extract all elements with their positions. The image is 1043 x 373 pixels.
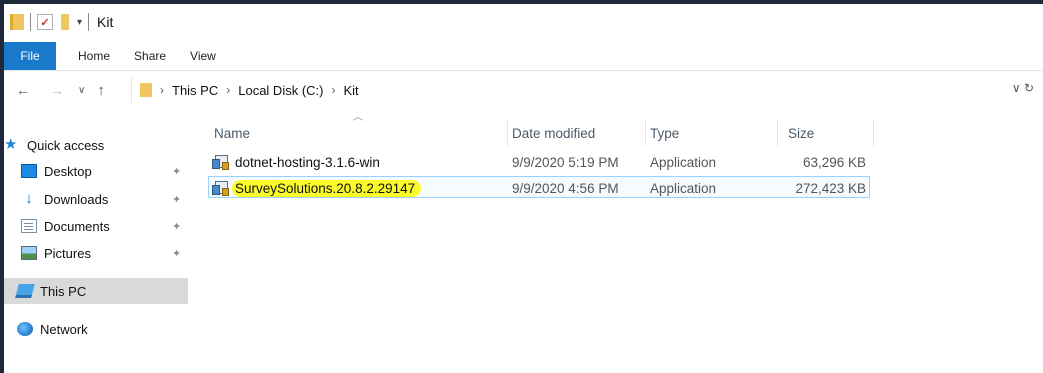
address-dropdown-refresh-icon[interactable]: ∨ ↻ (1012, 81, 1034, 95)
folder-icon (10, 14, 24, 30)
column-header-name[interactable]: Name (214, 120, 508, 146)
chevron-right-icon[interactable]: › (160, 83, 164, 97)
column-header-size[interactable]: Size (788, 120, 874, 146)
title-bar: ✓ ▾ Kit (4, 4, 1043, 40)
back-arrow-icon[interactable]: ← (16, 82, 30, 98)
navigation-pane: ★ Quick access Desktop ✦ ↓ Downloads ✦ D… (4, 118, 188, 373)
file-list: ︿ Name Date modified Type Size dotnet-ho… (188, 104, 1043, 373)
breadcrumb-local-disk[interactable]: Local Disk (C:) (238, 83, 323, 98)
pin-icon[interactable]: ✦ (172, 247, 181, 260)
star-icon: ★ (4, 136, 18, 153)
tab-view[interactable]: View (178, 42, 228, 70)
sidebar-item-label: Network (40, 321, 88, 337)
sidebar-item-this-pc[interactable]: This PC (4, 278, 188, 304)
file-name-cell[interactable]: dotnet-hosting-3.1.6-win (212, 151, 380, 173)
sidebar-item-documents[interactable]: Documents ✦ (4, 213, 188, 239)
recent-locations-chevron-icon[interactable]: ∨ (78, 85, 85, 96)
table-row[interactable]: dotnet-hosting-3.1.6-win 9/9/2020 5:19 P… (208, 151, 870, 173)
sidebar-item-desktop[interactable]: Desktop ✦ (4, 158, 188, 184)
sidebar-item-label: Desktop (44, 163, 92, 179)
column-header-date-modified[interactable]: Date modified (512, 120, 646, 146)
separator (30, 13, 31, 31)
tab-home[interactable]: Home (66, 42, 122, 70)
sidebar-item-quick-access[interactable]: ★ Quick access (4, 132, 188, 158)
file-name-highlighted: SurveySolutions.20.8.2.29147 (232, 179, 422, 197)
file-type: Application (650, 180, 717, 196)
file-name-cell[interactable]: SurveySolutions.20.8.2.29147 (212, 177, 422, 199)
chevron-right-icon[interactable]: › (226, 83, 230, 97)
network-icon (17, 322, 33, 336)
pictures-icon (21, 246, 37, 260)
sidebar-item-downloads[interactable]: ↓ Downloads ✦ (4, 186, 188, 212)
window-title: Kit (97, 14, 114, 30)
documents-icon (21, 219, 37, 233)
sidebar-item-network[interactable]: Network (4, 316, 188, 342)
sidebar-item-label: Pictures (44, 245, 91, 261)
sidebar-item-label: Downloads (44, 191, 109, 207)
file-date: 9/9/2020 4:56 PM (512, 180, 619, 196)
customize-toolbar-dropdown-icon[interactable]: ▾ (77, 17, 82, 28)
tab-share[interactable]: Share (122, 42, 178, 70)
forward-arrow-icon[interactable]: → (50, 82, 64, 98)
separator (88, 13, 90, 31)
sidebar-item-pictures[interactable]: Pictures ✦ (4, 240, 188, 266)
properties-checkbox-icon[interactable]: ✓ (37, 14, 53, 30)
breadcrumb-this-pc[interactable]: This PC (172, 83, 218, 98)
file-size: 272,423 KB (795, 180, 866, 196)
file-name: dotnet-hosting-3.1.6-win (235, 154, 380, 170)
pin-icon[interactable]: ✦ (172, 220, 181, 233)
ribbon-tabs: File Home Share View (4, 42, 1043, 71)
address-bar[interactable]: › This PC › Local Disk (C:) › Kit ∨ ↻ (131, 77, 1043, 103)
download-icon: ↓ (25, 190, 33, 207)
chevron-right-icon[interactable]: › (331, 83, 335, 97)
desktop-icon (21, 164, 37, 178)
breadcrumb-kit[interactable]: Kit (343, 83, 358, 98)
sidebar-item-label: This PC (40, 283, 87, 299)
new-folder-icon[interactable] (61, 14, 69, 30)
file-size: 63,296 KB (802, 154, 866, 170)
folder-icon (140, 83, 152, 97)
application-icon (212, 180, 230, 197)
navigation-bar: ← → ∨ ↑ › This PC › Local Disk (C:) › Ki… (4, 76, 1043, 104)
up-arrow-icon[interactable]: ↑ (97, 82, 105, 99)
table-row-selected[interactable]: SurveySolutions.20.8.2.29147 9/9/2020 4:… (208, 176, 870, 198)
pin-icon[interactable]: ✦ (172, 165, 181, 178)
application-icon (212, 154, 230, 171)
pin-icon[interactable]: ✦ (172, 193, 181, 206)
computer-icon (15, 284, 35, 298)
sidebar-item-label: Documents (44, 218, 110, 234)
tab-file[interactable]: File (4, 42, 56, 70)
file-type: Application (650, 154, 717, 170)
sidebar-item-label: Quick access (27, 137, 105, 153)
column-header-type[interactable]: Type (650, 120, 778, 146)
file-date: 9/9/2020 5:19 PM (512, 154, 619, 170)
